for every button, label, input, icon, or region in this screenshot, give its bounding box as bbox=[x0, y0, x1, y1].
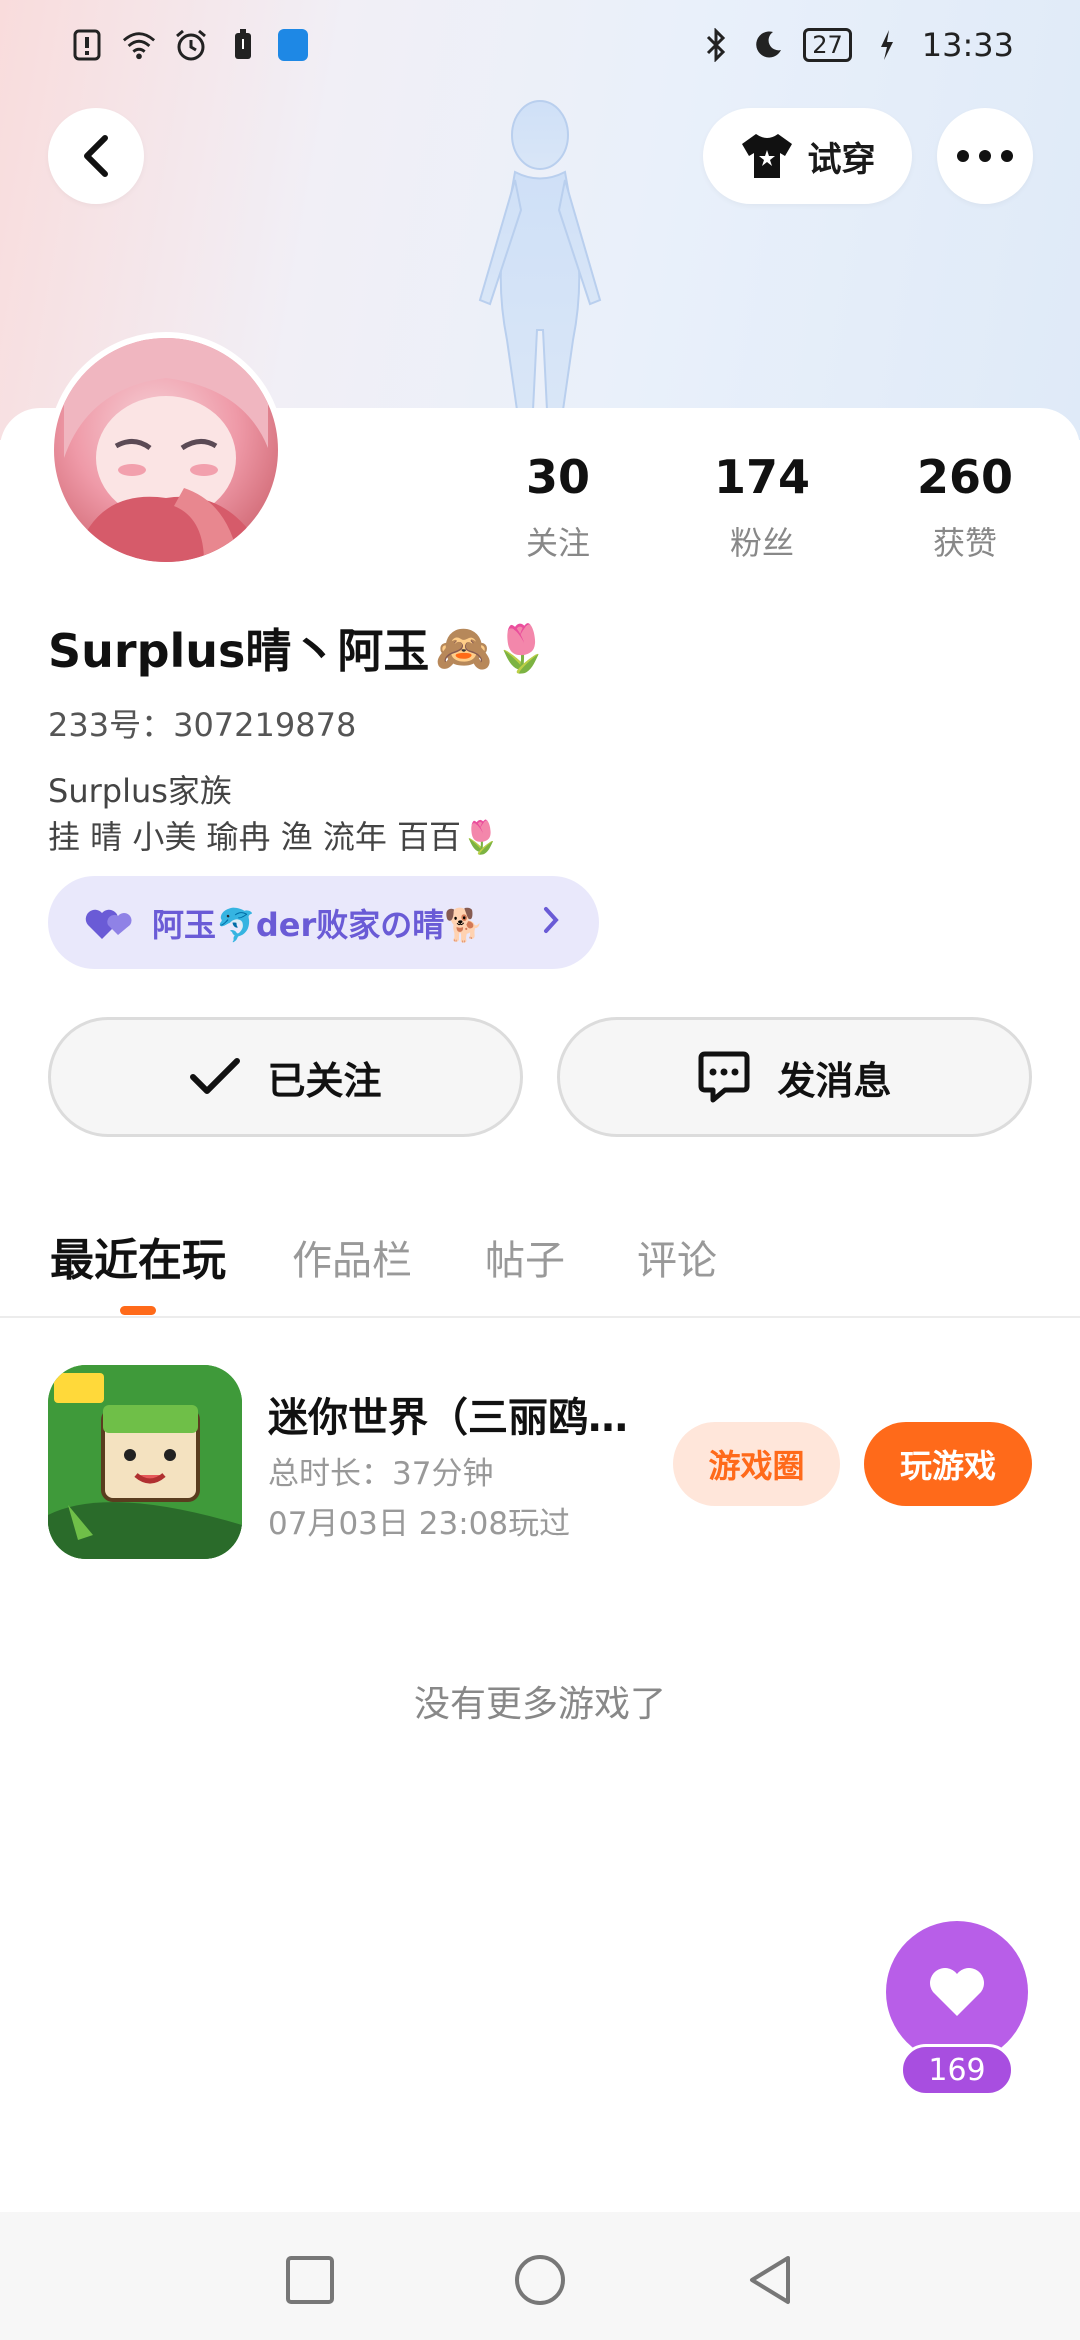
tab-works[interactable]: 作品栏 bbox=[292, 1228, 412, 1286]
alert-icon bbox=[70, 28, 104, 62]
username-emojis: 🙈🌷 bbox=[435, 620, 550, 675]
game-duration: 总时长：37分钟 bbox=[268, 1456, 494, 1492]
try-on-button[interactable]: 试穿 bbox=[703, 108, 912, 204]
bio-line-2: 挂 晴 小美 瑜冉 渔 流年 百百🌷 bbox=[48, 818, 501, 856]
tab-comments[interactable]: 评论 bbox=[637, 1228, 717, 1286]
back-nav-icon[interactable] bbox=[742, 2252, 798, 2308]
battery-saver-icon bbox=[226, 28, 260, 62]
stat-following[interactable]: 30 关注 bbox=[478, 450, 638, 564]
game-circle-button[interactable]: 游戏圈 bbox=[673, 1422, 840, 1506]
like-count-badge: 169 bbox=[900, 2044, 1014, 2096]
likes-count: 260 bbox=[916, 450, 1014, 504]
chevron-right-icon bbox=[543, 903, 559, 943]
home-icon[interactable] bbox=[512, 2252, 568, 2308]
bluetooth-icon bbox=[699, 28, 733, 62]
game-list-item[interactable]: 迷你世界（三丽鸥… 总时长：37分钟 07月03日 23:08玩过 游戏圈 玩游… bbox=[48, 1365, 1032, 1560]
more-button[interactable] bbox=[937, 108, 1033, 204]
avatar-3d-figure bbox=[478, 100, 602, 410]
alarm-icon bbox=[174, 28, 208, 62]
shield-icon bbox=[278, 29, 308, 61]
followed-label: 已关注 bbox=[267, 1058, 382, 1103]
checkmark-icon bbox=[190, 1058, 241, 1094]
tab-posts[interactable]: 帖子 bbox=[485, 1228, 565, 1286]
more-dots-icon bbox=[957, 150, 1013, 162]
back-button[interactable] bbox=[48, 108, 144, 204]
no-more-games-text: 没有更多游戏了 bbox=[413, 1684, 666, 1725]
following-count: 30 bbox=[525, 450, 590, 504]
avatar[interactable] bbox=[48, 332, 284, 568]
try-on-label: 试穿 bbox=[807, 139, 876, 180]
play-game-button[interactable]: 玩游戏 bbox=[864, 1422, 1032, 1506]
followed-button[interactable]: 已关注 bbox=[48, 1017, 523, 1137]
followers-count: 174 bbox=[713, 450, 811, 504]
followers-label: 粉丝 bbox=[729, 524, 794, 562]
system-nav-bar bbox=[0, 2212, 1080, 2340]
tshirt-icon bbox=[741, 134, 792, 178]
chat-bubble-icon bbox=[698, 1051, 750, 1103]
likes-label: 获赞 bbox=[932, 524, 997, 562]
username: Surplus晴丶阿玉 🙈🌷 bbox=[48, 615, 550, 681]
heart-pair-icon bbox=[85, 909, 132, 939]
status-bar: 27 13:33 bbox=[0, 0, 1080, 90]
username-text: Surplus晴丶阿玉 bbox=[48, 624, 430, 678]
bio: Surplus家族 挂 晴 小美 瑜冉 渔 流年 百百🌷 bbox=[48, 768, 501, 860]
game-icon[interactable] bbox=[48, 1365, 242, 1559]
like-button[interactable] bbox=[886, 1921, 1028, 2063]
following-label: 关注 bbox=[525, 524, 590, 562]
wifi-icon bbox=[122, 28, 156, 62]
tab-indicator bbox=[120, 1306, 156, 1315]
stat-likes[interactable]: 260 获赞 bbox=[885, 450, 1045, 564]
moon-icon bbox=[751, 28, 785, 62]
user-id[interactable]: 233号：307219878 bbox=[48, 700, 356, 746]
send-message-button[interactable]: 发消息 bbox=[557, 1017, 1032, 1137]
recent-apps-icon[interactable] bbox=[282, 2252, 338, 2308]
heart-icon bbox=[930, 1968, 984, 2016]
bio-line-1: Surplus家族 bbox=[48, 772, 232, 810]
family-tag[interactable]: 阿玉🐬der败家の晴🐕 bbox=[48, 876, 599, 969]
stat-followers[interactable]: 174 粉丝 bbox=[682, 450, 842, 564]
game-title: 迷你世界（三丽鸥… bbox=[268, 1395, 628, 1441]
family-tag-label: 阿玉🐬der败家の晴🐕 bbox=[152, 905, 485, 944]
game-last-played: 07月03日 23:08玩过 bbox=[268, 1506, 571, 1542]
charging-icon bbox=[870, 28, 904, 62]
tab-recently-played[interactable]: 最近在玩 bbox=[50, 1224, 226, 1288]
profile-tabs: 最近在玩 作品栏 帖子 评论 bbox=[0, 1210, 1080, 1318]
battery-icon: 27 bbox=[803, 28, 852, 62]
send-message-label: 发消息 bbox=[777, 1058, 892, 1103]
chevron-left-icon bbox=[84, 135, 108, 177]
clock-time: 13:33 bbox=[921, 26, 1014, 64]
